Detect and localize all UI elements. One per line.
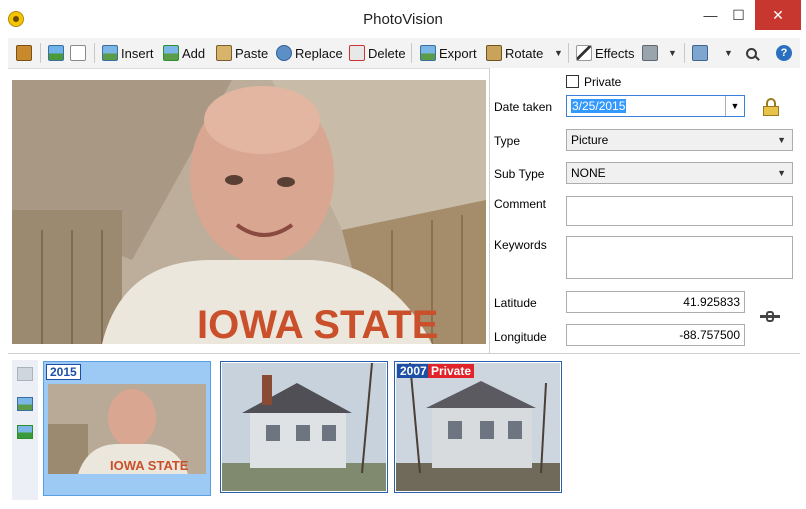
subtype-value: NONE bbox=[571, 166, 606, 180]
magic-wand-icon bbox=[576, 45, 592, 61]
exit-button[interactable] bbox=[16, 38, 35, 68]
share-icon bbox=[692, 45, 708, 61]
svg-text:IOWA STATE: IOWA STATE bbox=[110, 458, 189, 473]
subtype-label: Sub Type bbox=[494, 167, 545, 181]
rotate-label: Rotate bbox=[505, 45, 544, 61]
keywords-field[interactable] bbox=[566, 236, 793, 279]
type-value: Picture bbox=[571, 133, 609, 147]
subtype-select[interactable]: NONE ▼ bbox=[566, 162, 793, 184]
help-button[interactable]: ? bbox=[776, 38, 792, 68]
gps-link-icon[interactable] bbox=[760, 310, 780, 324]
clipboard-icon bbox=[216, 45, 232, 61]
delete-label: Delete bbox=[368, 45, 406, 61]
private-checkbox[interactable] bbox=[566, 75, 579, 88]
print-dropdown[interactable]: ▼ bbox=[668, 38, 677, 68]
insert-image-icon bbox=[102, 45, 118, 61]
search-button[interactable] bbox=[746, 38, 760, 68]
rotate-button[interactable]: Rotate bbox=[486, 38, 543, 68]
comment-label: Comment bbox=[494, 197, 547, 211]
selfie-photo: IOWA STATE bbox=[12, 80, 486, 344]
printer-icon bbox=[642, 45, 658, 61]
insert-button[interactable]: Insert bbox=[102, 38, 154, 68]
paste-button[interactable]: Paste bbox=[216, 38, 268, 68]
share-button[interactable] bbox=[692, 38, 711, 68]
strip-view-icon[interactable] bbox=[17, 367, 33, 381]
share-dropdown[interactable]: ▼ bbox=[724, 38, 733, 68]
add-label: Add bbox=[182, 45, 206, 61]
strip-toolbar bbox=[12, 360, 38, 500]
chevron-down-icon: ▼ bbox=[777, 168, 786, 178]
chevron-down-icon: ▼ bbox=[554, 48, 563, 58]
window-title: PhotoVision bbox=[363, 11, 443, 28]
export-button[interactable]: Export bbox=[420, 38, 477, 68]
lock-icon[interactable] bbox=[763, 98, 779, 116]
private-label: Private bbox=[584, 75, 622, 89]
view-image-button[interactable] bbox=[48, 38, 67, 68]
thumbnail-2015[interactable]: 2015 IOWA STATE bbox=[43, 361, 211, 496]
thumbnail-2007-private[interactable]: 2007 Private bbox=[394, 361, 562, 493]
rotate-dropdown[interactable]: ▼ bbox=[554, 38, 563, 68]
longitude-value: -88.757500 bbox=[679, 328, 740, 342]
delete-button[interactable]: Delete bbox=[349, 38, 406, 68]
thumbnail-image: IOWA STATE bbox=[48, 384, 206, 474]
replace-button[interactable]: Replace bbox=[276, 38, 343, 68]
longitude-field[interactable]: -88.757500 bbox=[566, 324, 745, 346]
rotate-icon bbox=[486, 45, 502, 61]
latitude-value: 41.925833 bbox=[683, 295, 740, 309]
insert-label: Insert bbox=[121, 45, 154, 61]
replace-label: Replace bbox=[295, 45, 343, 61]
export-icon bbox=[420, 45, 436, 61]
type-select[interactable]: Picture ▼ bbox=[566, 129, 793, 151]
print-button[interactable] bbox=[642, 38, 661, 68]
thumbnail-2007-a[interactable]: 2007 bbox=[220, 361, 388, 493]
replace-icon bbox=[276, 45, 292, 61]
keywords-label: Keywords bbox=[494, 238, 547, 252]
add-image-icon bbox=[163, 45, 179, 61]
delete-icon bbox=[349, 45, 365, 61]
effects-button[interactable]: Effects bbox=[576, 38, 635, 68]
date-taken-field[interactable]: 3/25/2015 ▼ bbox=[566, 95, 745, 117]
strip-image-icon[interactable] bbox=[17, 397, 33, 411]
export-label: Export bbox=[439, 45, 477, 61]
chevron-down-icon: ▼ bbox=[668, 48, 677, 58]
main-photo[interactable]: IOWA STATE bbox=[12, 80, 486, 344]
help-icon: ? bbox=[776, 45, 792, 61]
date-taken-label: Date taken bbox=[494, 100, 553, 114]
comment-field[interactable] bbox=[566, 196, 793, 226]
toolbar: Insert Add Paste Replace Delete Export R… bbox=[8, 38, 800, 69]
chevron-down-icon: ▼ bbox=[724, 48, 733, 58]
image-icon bbox=[48, 45, 64, 61]
close-button[interactable]: ✕ bbox=[755, 0, 801, 30]
thumbnail-year: 2007 bbox=[397, 364, 430, 378]
latitude-field[interactable]: 41.925833 bbox=[566, 291, 745, 313]
paste-label: Paste bbox=[235, 45, 269, 61]
new-document-button[interactable] bbox=[70, 38, 89, 68]
svg-text:IOWA STATE: IOWA STATE bbox=[197, 303, 438, 344]
effects-label: Effects bbox=[595, 45, 635, 61]
type-label: Type bbox=[494, 134, 521, 148]
date-taken-value: 3/25/2015 bbox=[571, 99, 627, 113]
add-button[interactable]: Add bbox=[163, 38, 205, 68]
strip-check-icon[interactable] bbox=[17, 425, 33, 439]
door-icon bbox=[16, 45, 32, 61]
latitude-label: Latitude bbox=[494, 296, 537, 310]
thumbnail-image bbox=[222, 363, 386, 491]
private-badge: Private bbox=[428, 364, 475, 378]
thumbnail-image bbox=[396, 363, 560, 491]
date-dropdown-button[interactable]: ▼ bbox=[725, 96, 744, 116]
chevron-down-icon: ▼ bbox=[730, 101, 740, 111]
chevron-down-icon: ▼ bbox=[777, 135, 786, 145]
document-icon bbox=[70, 45, 86, 61]
longitude-label: Longitude bbox=[494, 330, 547, 344]
thumbnail-year: 2015 bbox=[46, 364, 81, 380]
